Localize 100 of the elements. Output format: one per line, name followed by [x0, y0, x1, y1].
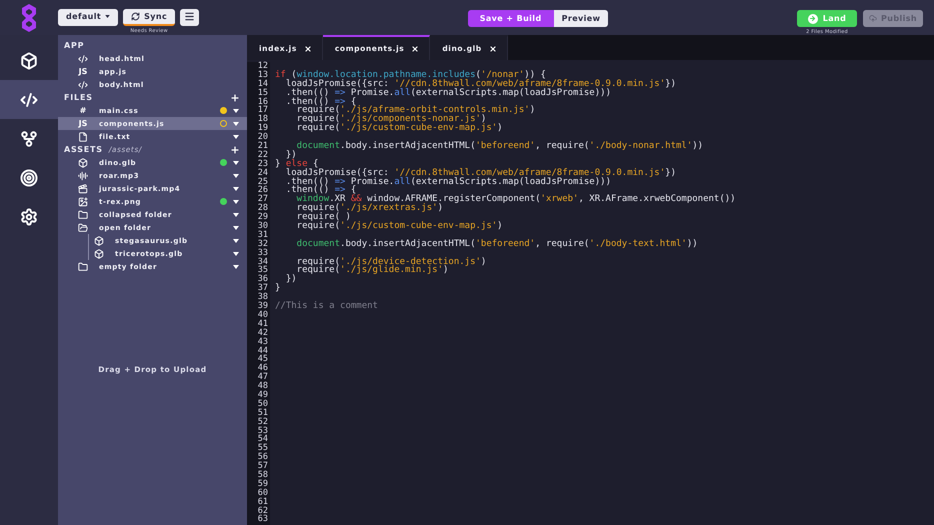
- preview-button[interactable]: Preview: [554, 10, 608, 27]
- line-number: 45: [258, 355, 268, 364]
- caret-icon[interactable]: [233, 200, 239, 204]
- caret-icon[interactable]: [233, 212, 239, 216]
- cube-icon: [78, 158, 88, 168]
- line-number: 62: [258, 506, 268, 516]
- arrow-circle-icon: [808, 14, 818, 24]
- image-icon: [78, 196, 88, 206]
- file-type-icon: JS: [78, 119, 88, 128]
- section-title: ASSETS: [64, 145, 103, 154]
- line-number: 25: [258, 178, 268, 186]
- line-number: 16: [258, 98, 268, 106]
- line-number: 24: [258, 168, 268, 178]
- file-type-icon: JS: [78, 67, 88, 76]
- line-number: 22: [258, 150, 268, 160]
- line-number: 26: [258, 186, 268, 196]
- code-icon: [78, 80, 88, 90]
- file-type-icon: #: [80, 106, 86, 115]
- line-number: 33: [258, 248, 268, 258]
- add-icon[interactable]: [230, 144, 240, 154]
- sync-icon: [131, 12, 140, 21]
- line-number: 15: [258, 88, 268, 98]
- branch-dropdown[interactable]: default: [58, 9, 118, 26]
- caret-icon[interactable]: [233, 186, 239, 190]
- sync-button[interactable]: Sync: [123, 9, 176, 26]
- line-number: 51: [258, 408, 268, 418]
- file-icon: [78, 132, 88, 142]
- code-line: .then(() => Promise.all(externalScripts.map(loadJsPromise))): [284, 88, 611, 98]
- section-title: APP: [64, 41, 84, 50]
- code-line: //This is a comment: [275, 301, 378, 312]
- code-line: require('./js/device-detection.js'): [296, 256, 486, 267]
- close-icon[interactable]: [304, 44, 312, 52]
- target-icon: [20, 168, 38, 186]
- line-number: 60: [258, 488, 268, 498]
- line-number: 39: [258, 302, 268, 311]
- line-number: 18: [258, 115, 268, 124]
- settings-icon: [20, 208, 38, 226]
- code-line: require('./js/custom-cube-env-map.js'): [296, 221, 503, 232]
- save-build-button[interactable]: Save + Build: [468, 10, 554, 27]
- line-number: 19: [258, 124, 268, 134]
- cloud-upload-icon: [869, 13, 877, 24]
- line-number: 46: [258, 364, 268, 374]
- line-number: 40: [258, 310, 268, 320]
- code-line: }): [284, 150, 297, 160]
- code-line: } else {: [275, 158, 318, 169]
- code-line: document.body.insertAdjacentHTML('beforeend', require('./body-text.html')): [296, 238, 698, 249]
- section-title: FILES: [64, 93, 93, 102]
- branch-icon: [20, 130, 38, 148]
- close-icon[interactable]: [488, 44, 497, 52]
- line-number: 58: [258, 470, 268, 480]
- cube-icon: [94, 236, 104, 246]
- line-number: 63: [258, 515, 268, 524]
- code-line: }: [275, 283, 280, 294]
- line-number: 55: [258, 444, 268, 454]
- line-number: 54: [258, 435, 268, 444]
- code-line: require( ): [296, 212, 351, 222]
- code-line: require('./js/xrextras.js'): [296, 203, 443, 214]
- line-number: 27: [258, 195, 268, 204]
- code-icon: [78, 54, 88, 64]
- caret-icon[interactable]: [233, 264, 239, 268]
- code-line: require('./js/glide.min.js'): [296, 265, 448, 276]
- video-icon: [78, 184, 88, 194]
- line-number: 53: [258, 426, 268, 436]
- code-line: window.XR && window.AFRAME.registerComponent('xrweb', XR.AFrame.xrwebComponent()): [296, 194, 736, 204]
- code-line: loadJsPromise({src: '//cdn.8thwall.com/web/aframe/8frame-0.9.0.min.js'}): [284, 78, 676, 89]
- line-number: 34: [258, 258, 268, 266]
- line-number: 48: [258, 382, 268, 391]
- line-number: 29: [258, 213, 268, 222]
- nav-item[interactable]: [0, 80, 58, 119]
- close-icon[interactable]: [411, 44, 420, 52]
- line-number: 47: [258, 373, 268, 382]
- caret-icon[interactable]: [233, 160, 239, 164]
- add-icon[interactable]: [230, 92, 240, 102]
- logo-icon[interactable]: [21, 2, 37, 32]
- code-icon: [20, 90, 38, 108]
- line-number: 49: [258, 390, 268, 400]
- code-line: }): [284, 274, 297, 284]
- line-number: 20: [258, 133, 268, 142]
- caret-icon[interactable]: [233, 122, 239, 126]
- line-number: 32: [258, 240, 268, 249]
- line-number: 37: [258, 284, 268, 294]
- line-number: 41: [258, 320, 268, 329]
- line-number: 59: [258, 480, 268, 489]
- line-number: 43: [258, 338, 268, 346]
- line-number: 57: [258, 462, 268, 471]
- cube-icon: [20, 52, 38, 70]
- caret-icon[interactable]: [233, 238, 239, 242]
- caret-icon[interactable]: [233, 226, 239, 230]
- caret-icon[interactable]: [233, 134, 239, 138]
- caret-icon[interactable]: [233, 108, 239, 112]
- menu-button[interactable]: [180, 9, 200, 26]
- line-number: 44: [258, 346, 268, 356]
- caret-icon[interactable]: [233, 174, 239, 178]
- code-line: require('./js/components-nonar.js'): [296, 114, 486, 124]
- caret-icon[interactable]: [233, 252, 239, 256]
- line-number: 30: [258, 222, 268, 231]
- code-line: require('./js/aframe-orbit-controls.min.js'): [296, 105, 536, 116]
- line-number: 50: [258, 400, 268, 409]
- code-line: .then(() => {: [284, 185, 356, 196]
- line-number: 52: [258, 418, 268, 427]
